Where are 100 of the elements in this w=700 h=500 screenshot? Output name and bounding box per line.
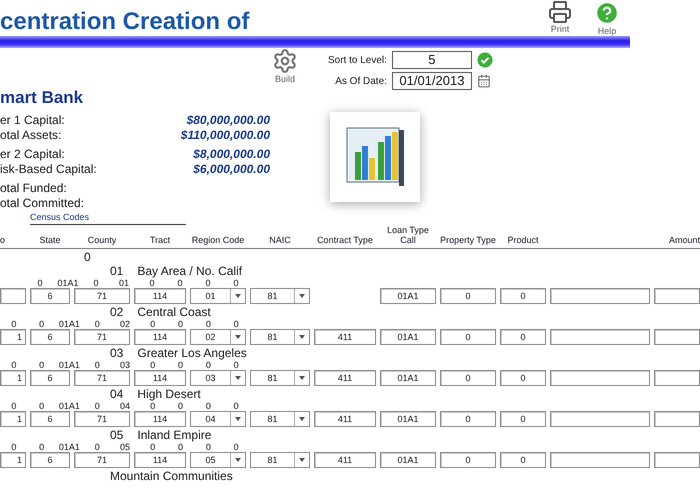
contract-type-field[interactable]: 411: [314, 411, 376, 427]
county-field[interactable]: 71: [74, 370, 130, 386]
contract-type-field[interactable]: 411: [314, 452, 376, 468]
tract-field[interactable]: 114: [134, 411, 186, 427]
code-label: 0: [148, 278, 156, 288]
level-code: 0: [84, 250, 91, 264]
region-number: 04: [110, 386, 124, 400]
column-header: Loan Type Call: [386, 225, 430, 245]
loan-type-field[interactable]: 01A1: [380, 329, 436, 345]
column-header: County: [86, 235, 118, 245]
column-group-header: Census Codes: [30, 212, 186, 225]
input-field[interactable]: [550, 329, 650, 345]
amount-field[interactable]: [654, 288, 700, 304]
figure-value: $8,000,000.00: [192, 147, 270, 161]
product-field[interactable]: 0: [500, 411, 546, 427]
input-field[interactable]: [550, 288, 650, 304]
region-name: Greater Los Angeles: [137, 346, 247, 360]
property-type-field[interactable]: 0: [440, 411, 496, 427]
tract-field[interactable]: 114: [134, 370, 186, 386]
code-label: 0: [92, 278, 100, 288]
loan-type-field[interactable]: 01A1: [380, 452, 436, 468]
date-field[interactable]: 01/01/2013: [392, 72, 472, 90]
figure-label: er 1 Capital:: [0, 113, 66, 127]
code-label: 0: [232, 278, 240, 288]
loan-type-field[interactable]: 01A1: [380, 370, 436, 386]
tract-field[interactable]: 114: [134, 329, 186, 345]
tract-field[interactable]: 114: [134, 452, 186, 468]
code-label: 0: [177, 360, 184, 370]
loan-type-field[interactable]: 01A1: [380, 411, 436, 427]
product-field[interactable]: 0: [500, 452, 546, 468]
calendar-icon[interactable]: [476, 74, 491, 88]
code-label: 0: [38, 319, 46, 329]
naics-dropdown[interactable]: 81: [250, 288, 310, 304]
input-field[interactable]: 1: [0, 370, 26, 386]
code-label: 01A1: [58, 319, 81, 329]
code-label: 0: [232, 442, 240, 452]
loan-type-field[interactable]: 01A1: [380, 288, 436, 304]
property-type-field[interactable]: 0: [440, 288, 496, 304]
region-number: 05: [110, 428, 124, 442]
code-label: 0: [204, 360, 212, 370]
product-field[interactable]: 0: [500, 370, 546, 386]
naics-dropdown[interactable]: 81: [250, 370, 310, 386]
county-field[interactable]: 71: [74, 329, 130, 345]
print-button[interactable]: Print: [548, 0, 572, 36]
code-label: 0: [177, 442, 184, 452]
code-label: 01A1: [58, 442, 81, 452]
state-field[interactable]: 6: [30, 370, 70, 386]
input-field[interactable]: 1: [0, 452, 26, 468]
region-dropdown[interactable]: 05: [190, 452, 246, 468]
input-field[interactable]: [550, 411, 650, 427]
amount-field[interactable]: [654, 370, 700, 386]
region-number: 02: [110, 304, 124, 318]
build-button[interactable]: Build: [272, 48, 298, 84]
region-dropdown[interactable]: 03: [190, 370, 246, 386]
code-label: 0: [36, 278, 44, 288]
state-field[interactable]: 6: [30, 329, 70, 345]
state-field[interactable]: 6: [30, 411, 70, 427]
product-field[interactable]: 0: [500, 329, 546, 345]
amount-field[interactable]: [654, 452, 700, 468]
county-field[interactable]: 71: [74, 411, 130, 427]
help-button[interactable]: Help: [594, 0, 620, 36]
input-field[interactable]: 1: [0, 329, 26, 345]
region-dropdown[interactable]: 02: [190, 329, 246, 345]
code-label: 0: [94, 401, 101, 411]
code-label: 04: [118, 401, 131, 411]
code-label: 0: [38, 360, 46, 370]
region-name: Mountain Communities: [110, 468, 233, 482]
property-type-field[interactable]: 0: [440, 329, 496, 345]
code-label: 0: [204, 401, 212, 411]
naics-dropdown[interactable]: 81: [250, 329, 310, 345]
column-header: Tract: [148, 235, 172, 245]
region-dropdown[interactable]: 04: [190, 411, 246, 427]
state-field[interactable]: 6: [30, 452, 70, 468]
region-name: Central Coast: [137, 304, 211, 318]
figure-label: otal Assets:: [0, 128, 62, 142]
region-number: 01: [110, 264, 124, 278]
amount-field[interactable]: [654, 411, 700, 427]
input-field[interactable]: [0, 288, 26, 304]
check-icon[interactable]: [476, 52, 493, 68]
input-field[interactable]: [550, 452, 650, 468]
contract-type-field[interactable]: 411: [314, 370, 376, 386]
county-field[interactable]: 71: [74, 452, 130, 468]
code-label: 0: [232, 319, 240, 329]
naics-dropdown[interactable]: 81: [250, 411, 310, 427]
state-field[interactable]: 6: [30, 288, 70, 304]
product-field[interactable]: 0: [500, 288, 546, 304]
input-field[interactable]: [550, 370, 650, 386]
region-dropdown[interactable]: 01: [190, 288, 246, 304]
contract-type-field[interactable]: 411: [314, 329, 376, 345]
property-type-field[interactable]: 0: [440, 370, 496, 386]
tract-field[interactable]: 114: [134, 288, 186, 304]
county-field[interactable]: 71: [74, 288, 130, 304]
property-type-field[interactable]: 0: [440, 452, 496, 468]
amount-field[interactable]: [654, 329, 700, 345]
column-header: Region Code: [190, 235, 246, 245]
input-field[interactable]: 1: [0, 411, 26, 427]
code-label: 0: [149, 442, 156, 452]
naics-dropdown[interactable]: 81: [250, 452, 310, 468]
chart-tile[interactable]: [330, 112, 420, 202]
sort-level-field[interactable]: 5: [392, 51, 472, 69]
